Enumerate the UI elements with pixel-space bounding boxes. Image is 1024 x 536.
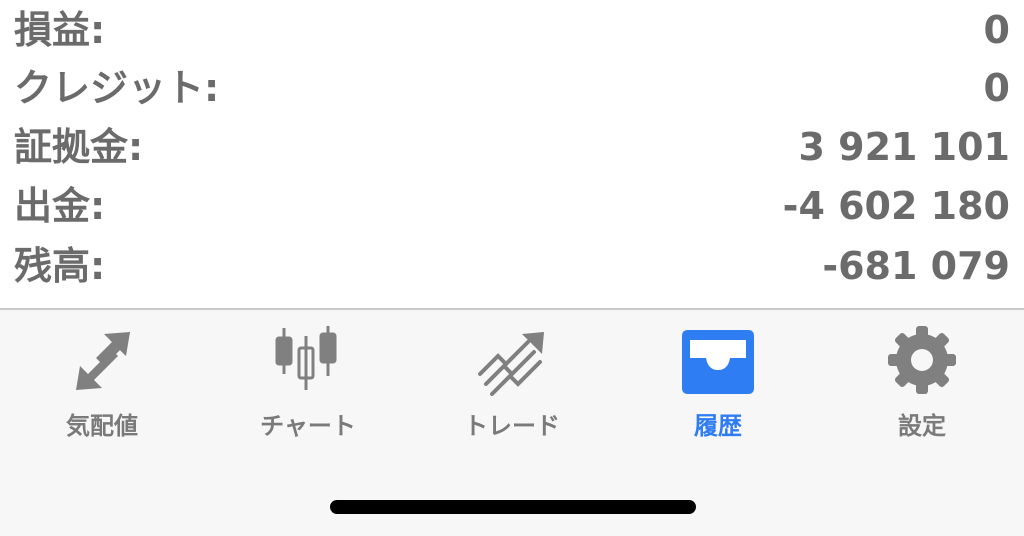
balance-label: 残高: [14,244,106,288]
tab-trade-label: トレード [464,412,560,440]
tab-history-label: 履歴 [694,412,742,440]
trade-trend-icon [472,324,552,396]
tab-chart-label: チャート [260,412,356,440]
credit-value: 0 [983,66,1010,110]
tab-quotes[interactable]: 気配値 [22,310,182,450]
withdrawal-label: 出金: [14,184,106,228]
home-indicator [330,500,696,514]
withdrawal-value: -4 602 180 [782,184,1010,228]
tab-chart[interactable]: チャート [228,310,388,450]
tab-quotes-label: 気配値 [66,412,138,440]
deposit-value: 3 921 101 [798,125,1010,169]
quotes-arrows-icon [62,324,142,396]
tab-history[interactable]: 履歴 [638,310,798,450]
summary-row-profit: 損益: 0 [0,0,1024,60]
gear-icon [882,324,962,396]
profit-value: 0 [983,8,1010,52]
summary-row-balance: 残高: -681 079 [0,236,1024,296]
credit-label: クレジット: [14,66,220,110]
summary-row-withdrawal: 出金: -4 602 180 [0,176,1024,236]
tab-trade[interactable]: トレード [432,310,592,450]
tab-settings-label: 設定 [898,412,946,440]
profit-label: 損益: [14,8,106,52]
tab-settings[interactable]: 設定 [842,310,1002,450]
history-tray-icon [678,324,758,396]
deposit-label: 証拠金: [14,125,144,169]
summary-row-deposit: 証拠金: 3 921 101 [0,117,1024,177]
summary-row-credit: クレジット: 0 [0,58,1024,118]
balance-value: -681 079 [822,244,1010,288]
app-screen: 損益: 0 クレジット: 0 証拠金: 3 921 101 出金: -4 602… [0,0,1024,536]
account-summary: 損益: 0 クレジット: 0 証拠金: 3 921 101 出金: -4 602… [0,0,1024,308]
candlestick-icon [268,324,348,396]
